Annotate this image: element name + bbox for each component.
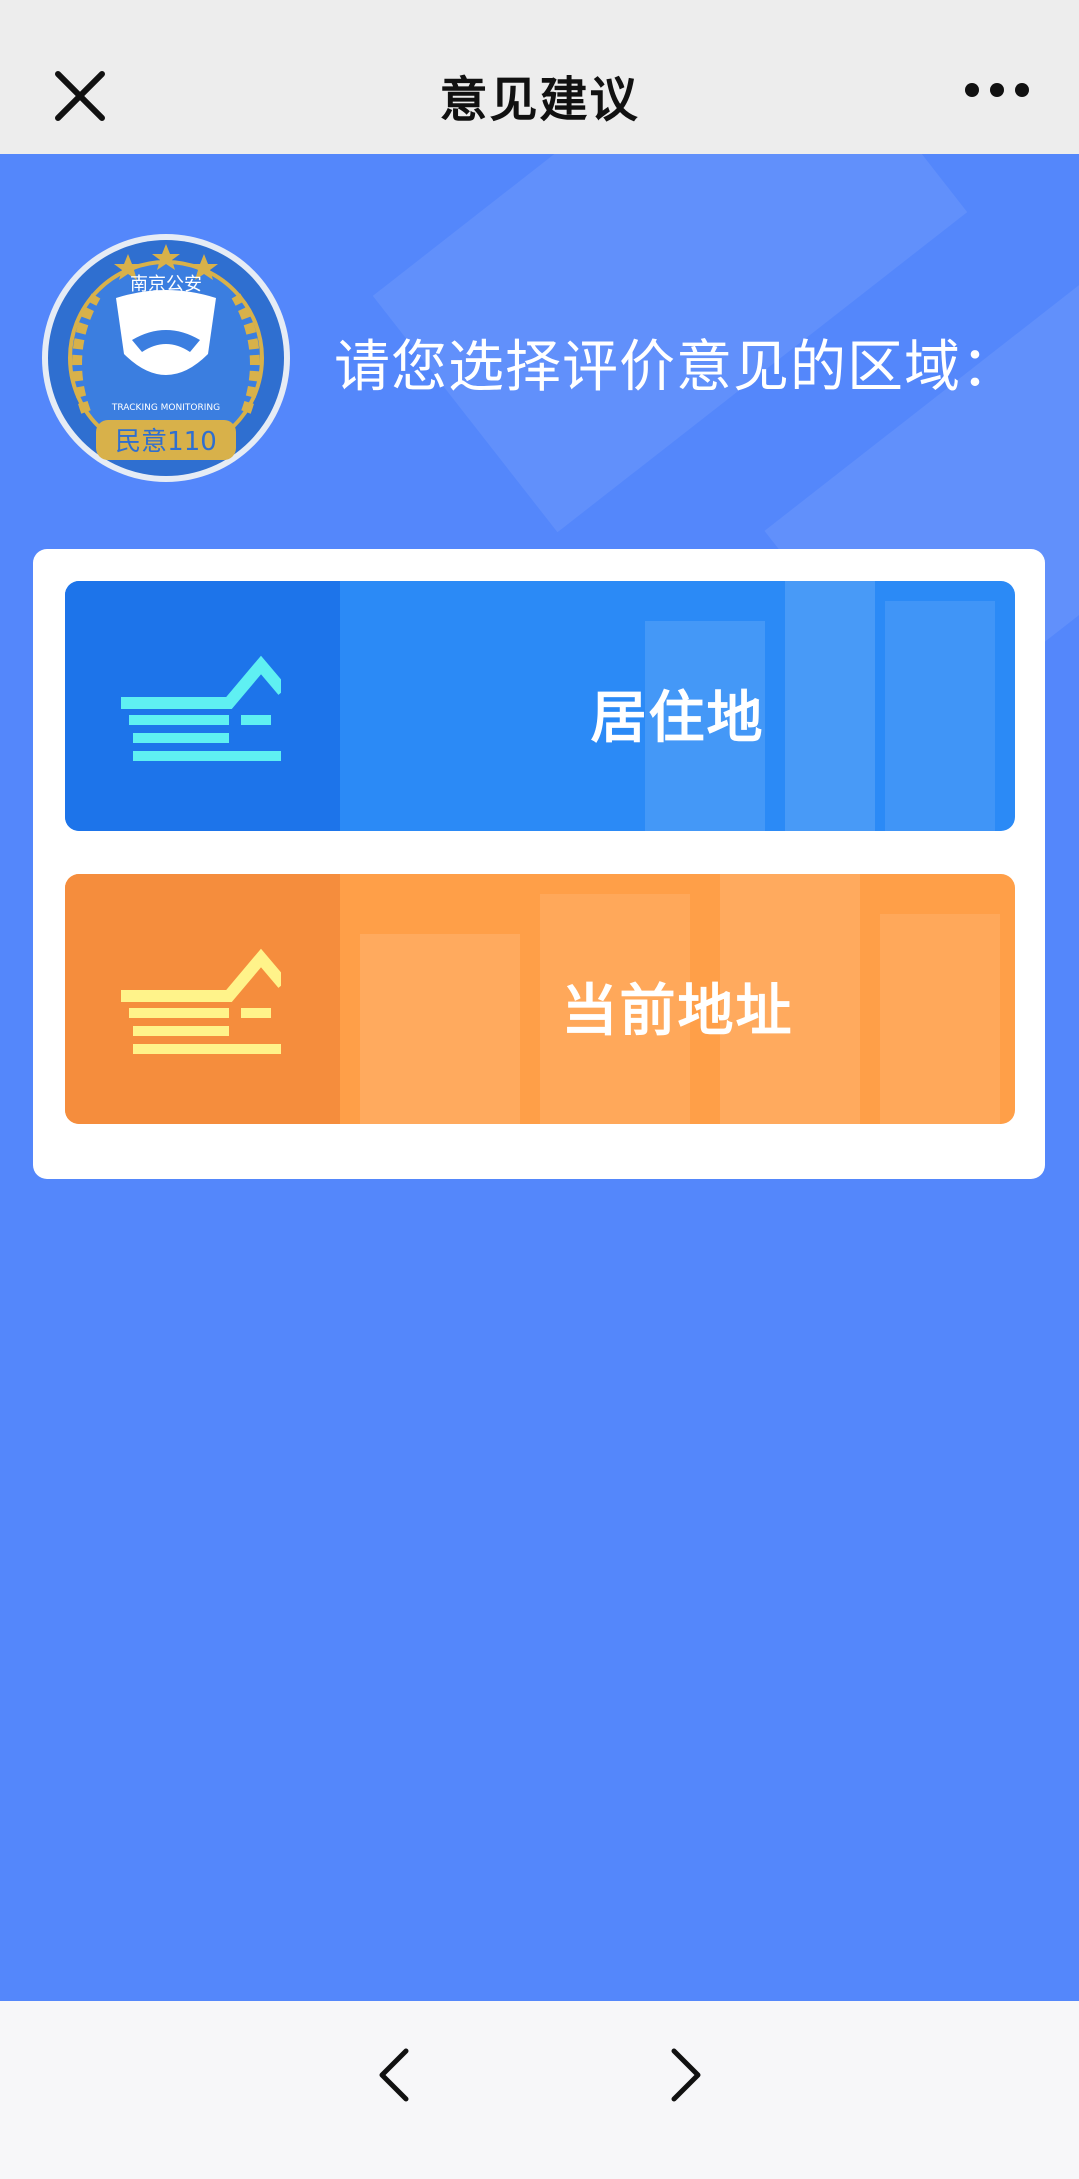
chevron-left-icon[interactable]: [366, 2045, 426, 2105]
region-options-card: 居住地 当前地址: [33, 549, 1045, 1179]
house-icon: [121, 948, 281, 1054]
badge-bottom-text: 民意110: [115, 427, 217, 457]
main-content: 南京公安 TRACKING MONITORING 民意110 请您选择评价意见的…: [0, 154, 1079, 2001]
option-label: 当前地址: [561, 979, 794, 1044]
region-prompt: 请您选择评价意见的区域：: [334, 335, 1018, 400]
more-icon[interactable]: [964, 80, 1030, 100]
minyi-110-badge-logo: 南京公安 TRACKING MONITORING 民意110: [42, 234, 290, 482]
bottom-nav-bar: [0, 2001, 1079, 2179]
top-nav-bar: 意见建议: [0, 0, 1079, 154]
page-title: 意见建议: [439, 72, 640, 128]
badge-top-text: 南京公安: [130, 274, 202, 295]
option-residence[interactable]: 居住地: [65, 581, 1015, 831]
option-current-address[interactable]: 当前地址: [65, 874, 1015, 1124]
badge-ring-text: TRACKING MONITORING: [111, 403, 220, 413]
chevron-right-icon[interactable]: [654, 2045, 714, 2105]
house-icon: [121, 655, 281, 761]
option-label: 居住地: [590, 686, 765, 751]
